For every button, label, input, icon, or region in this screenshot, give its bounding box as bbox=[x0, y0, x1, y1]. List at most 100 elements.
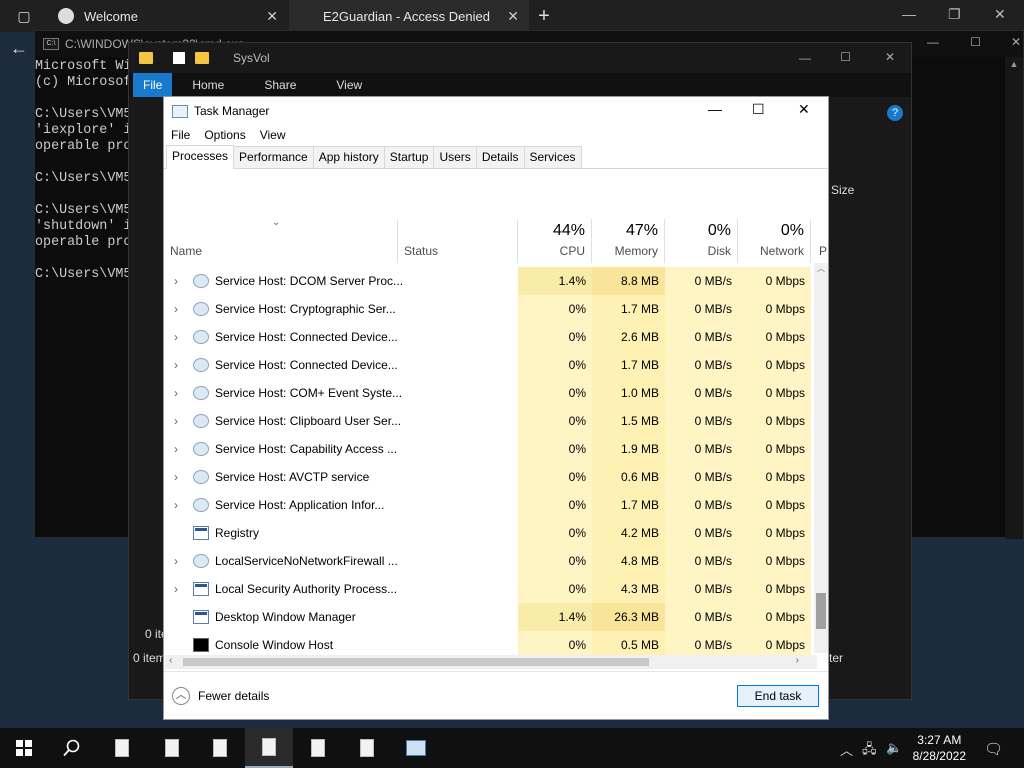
tab-services[interactable]: Services bbox=[523, 146, 582, 168]
taskbar-app-6[interactable] bbox=[343, 728, 391, 768]
taskbar-app-3[interactable] bbox=[196, 728, 244, 768]
menu-view[interactable]: View bbox=[253, 128, 293, 142]
explorer-title-bar: SysVol — ☐ ✕ bbox=[129, 43, 911, 73]
expand-chevron-icon[interactable]: › bbox=[174, 379, 178, 407]
expand-chevron-icon[interactable]: › bbox=[174, 407, 178, 435]
tab-welcome[interactable]: Welcome ✕ bbox=[48, 0, 288, 32]
process-row[interactable]: › Service Host: DCOM Server Proc... 1.4% 8.… bbox=[165, 267, 817, 295]
volume-icon[interactable]: 🔈 bbox=[886, 740, 902, 756]
menu-options[interactable]: Options bbox=[197, 128, 252, 142]
minimize-icon[interactable]: — bbox=[708, 101, 722, 117]
close-icon[interactable]: ✕ bbox=[885, 50, 895, 64]
new-folder-icon[interactable] bbox=[195, 52, 209, 64]
expand-chevron-icon[interactable]: › bbox=[174, 575, 178, 603]
scroll-right-icon[interactable]: › bbox=[796, 655, 799, 666]
column-name[interactable]: ⌄ Name bbox=[164, 217, 398, 263]
process-row[interactable]: › Service Host: Connected Device... 0% 1.7 … bbox=[165, 351, 817, 379]
maximize-icon[interactable]: ☐ bbox=[840, 50, 851, 64]
minimize-icon[interactable]: — bbox=[927, 35, 939, 49]
help-icon[interactable]: ? bbox=[887, 105, 903, 121]
close-tab-icon[interactable]: ✕ bbox=[266, 8, 278, 25]
column-disk[interactable]: 0% Disk bbox=[665, 219, 738, 263]
taskbar-app-2[interactable] bbox=[148, 728, 196, 768]
taskbar: ︿ 🖧 🔈 3:27 AM 8/28/2022 🗨 bbox=[0, 728, 1024, 768]
close-icon[interactable]: ✕ bbox=[994, 6, 1006, 23]
ribbon-tab-home[interactable]: Home bbox=[172, 73, 244, 97]
expand-chevron-icon[interactable]: › bbox=[174, 323, 178, 351]
chevron-up-icon[interactable]: ︿ bbox=[172, 687, 190, 705]
ribbon-tab-view[interactable]: View bbox=[316, 73, 382, 97]
ribbon-tab-file[interactable]: File bbox=[133, 73, 173, 97]
expand-chevron-icon[interactable]: › bbox=[174, 491, 178, 519]
back-arrow-icon[interactable]: ← bbox=[10, 38, 28, 59]
size-column-header[interactable]: Size bbox=[831, 183, 854, 197]
search-button[interactable] bbox=[48, 728, 96, 768]
clock[interactable]: 3:27 AM 8/28/2022 bbox=[913, 732, 966, 764]
minimize-icon[interactable]: — bbox=[799, 51, 811, 65]
cmd-scrollbar[interactable]: ▲ bbox=[1005, 57, 1023, 539]
taskbar-app-4[interactable] bbox=[245, 728, 293, 768]
process-row[interactable]: › Service Host: AVCTP service 0% 0.6 MB 0 MB… bbox=[165, 463, 817, 491]
expand-chevron-icon[interactable]: › bbox=[174, 435, 178, 463]
tab-startup[interactable]: Startup bbox=[383, 146, 435, 168]
tab-details[interactable]: Details bbox=[475, 146, 525, 168]
start-button[interactable] bbox=[0, 728, 48, 768]
column-cpu[interactable]: 44% CPU bbox=[518, 219, 592, 263]
tab-performance[interactable]: Performance bbox=[233, 146, 314, 168]
scroll-thumb[interactable] bbox=[816, 593, 826, 629]
minimize-icon[interactable]: — bbox=[902, 6, 916, 22]
tab-access-denied[interactable]: E2Guardian - Access Denied ✕ bbox=[289, 0, 529, 32]
process-cpu: 0% bbox=[518, 463, 592, 491]
expand-chevron-icon[interactable]: › bbox=[174, 463, 178, 491]
column-memory[interactable]: 47% Memory bbox=[592, 219, 665, 263]
taskbar-app-1[interactable] bbox=[98, 728, 146, 768]
column-power[interactable]: P bbox=[811, 219, 828, 263]
vertical-scrollbar[interactable]: ︿ bbox=[814, 263, 828, 653]
tab-processes[interactable]: Processes bbox=[166, 145, 235, 169]
process-row[interactable]: › Service Host: Connected Device... 0% 2.6 … bbox=[165, 323, 817, 351]
scroll-up-icon[interactable]: ︿ bbox=[814, 263, 828, 274]
process-row[interactable]: › Service Host: Capability Access ... 0% 1.… bbox=[165, 435, 817, 463]
close-tab-icon[interactable]: ✕ bbox=[507, 8, 519, 25]
notifications-icon[interactable]: 🗨 bbox=[984, 740, 1003, 758]
maximize-icon[interactable]: ☐ bbox=[752, 101, 765, 118]
close-icon[interactable]: ✕ bbox=[798, 101, 810, 118]
expand-chevron-icon[interactable]: › bbox=[174, 351, 178, 379]
column-status[interactable]: Status bbox=[398, 219, 518, 263]
tab-actions-icon[interactable]: ▢ bbox=[10, 4, 38, 28]
process-row[interactable]: › Service Host: COM+ Event Syste... 0% 1.0 … bbox=[165, 379, 817, 407]
ribbon-tab-share[interactable]: Share bbox=[244, 73, 316, 97]
column-network[interactable]: 0% Network bbox=[738, 219, 811, 263]
tab-users[interactable]: Users bbox=[433, 146, 477, 168]
end-task-button[interactable]: End task bbox=[737, 685, 819, 707]
process-network: 0 Mbps bbox=[738, 379, 811, 407]
process-row[interactable]: › Service Host: Clipboard User Ser... 0% 1.… bbox=[165, 407, 817, 435]
tab-app-history[interactable]: App history bbox=[312, 146, 385, 168]
process-row[interactable]: › LocalServiceNoNetworkFirewall ... 0% 4.8 … bbox=[165, 547, 817, 575]
fewer-details-link[interactable]: Fewer details bbox=[198, 689, 269, 703]
expand-chevron-icon[interactable]: › bbox=[174, 295, 178, 323]
expand-chevron-icon[interactable]: › bbox=[174, 547, 178, 575]
process-list[interactable]: › Service Host: DCOM Server Proc... 1.4% 8.… bbox=[165, 265, 817, 655]
process-row[interactable]: › Service Host: Application Infor... 0% 1.7… bbox=[165, 491, 817, 519]
menu-file[interactable]: File bbox=[164, 128, 197, 142]
hscroll-thumb[interactable] bbox=[183, 658, 649, 666]
process-row[interactable]: › Local Security Authority Process... 0% 4.… bbox=[165, 575, 817, 603]
horizontal-scrollbar[interactable]: ‹ › bbox=[165, 655, 817, 669]
process-row[interactable]: › Service Host: Cryptographic Ser... 0% 1.7… bbox=[165, 295, 817, 323]
expand-chevron-icon[interactable]: › bbox=[174, 267, 178, 295]
new-tab-icon[interactable]: + bbox=[530, 4, 558, 28]
show-hidden-icons[interactable]: ︿ bbox=[840, 740, 853, 759]
properties-icon[interactable] bbox=[173, 52, 185, 64]
taskbar-app-5[interactable] bbox=[294, 728, 342, 768]
scroll-left-icon[interactable]: ‹ bbox=[169, 655, 172, 666]
process-row[interactable]: Console Window Host 0% 0.5 MB 0 MB/s 0 Mbps bbox=[165, 631, 817, 655]
close-icon[interactable]: ✕ bbox=[1011, 35, 1021, 49]
process-row[interactable]: Desktop Window Manager 1.4% 26.3 MB 0 MB/s 0… bbox=[165, 603, 817, 631]
network-icon[interactable]: 🖧 bbox=[862, 740, 877, 762]
taskbar-task-manager[interactable] bbox=[392, 728, 440, 768]
scroll-up-icon[interactable]: ▲ bbox=[1005, 59, 1023, 69]
restore-icon[interactable]: ❐ bbox=[948, 6, 961, 23]
process-row[interactable]: Registry 0% 4.2 MB 0 MB/s 0 Mbps bbox=[165, 519, 817, 547]
maximize-icon[interactable]: ☐ bbox=[970, 35, 981, 49]
